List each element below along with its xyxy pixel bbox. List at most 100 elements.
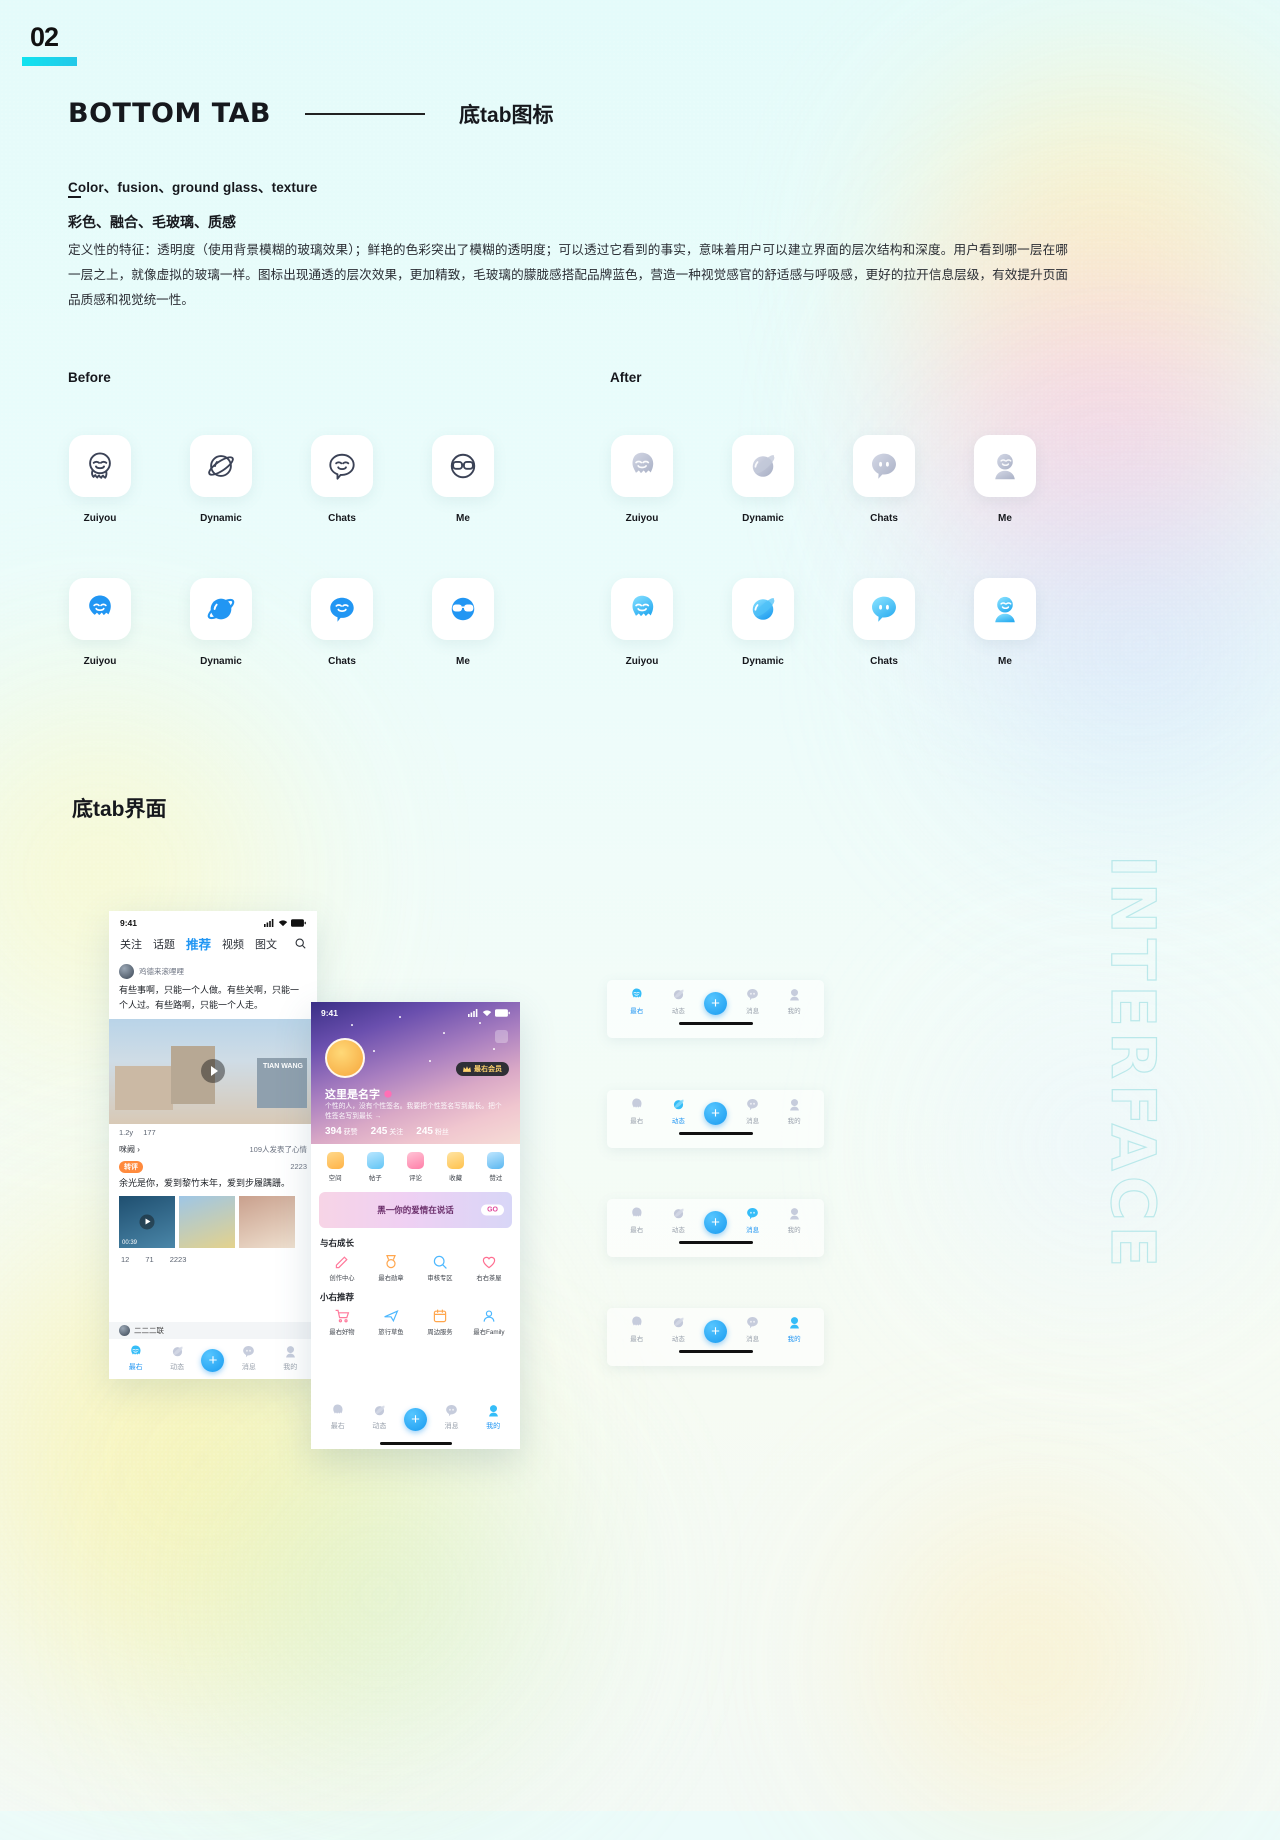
recommend-item-travel[interactable]: 旅行草鱼 [369, 1308, 413, 1336]
spec4-tab-me[interactable]: 我的 [778, 1314, 810, 1343]
feed-tab-recommend[interactable]: 推荐 [186, 934, 211, 953]
icon-tile-before-dynamic-solid[interactable] [190, 578, 252, 640]
comment-count[interactable]: 71 [145, 1255, 153, 1264]
spec1-tab-zuiyou[interactable]: 最右 [621, 986, 653, 1015]
growth-item-create[interactable]: 创作中心 [320, 1254, 364, 1282]
icon-tile-before-dynamic-outline[interactable] [190, 435, 252, 497]
icon-tile-after-zuiyou-blue[interactable] [611, 578, 673, 640]
feed-tab-follow[interactable]: 关注 [120, 936, 142, 952]
like-count[interactable]: 2223 [170, 1255, 187, 1264]
profile-avatar[interactable] [325, 1038, 365, 1078]
spec2-tab-dynamic[interactable]: 动态 [662, 1096, 694, 1125]
spec4-tab-zuiyou[interactable]: 最右 [621, 1314, 653, 1343]
stat-following[interactable]: 245 关注 [371, 1126, 404, 1137]
share-count[interactable]: 12 [121, 1255, 129, 1264]
icon-tile-after-dynamic-gray[interactable] [732, 435, 794, 497]
thumbnail-1[interactable]: 00:39 [119, 1195, 175, 1248]
specimen-row[interactable]: 最右 动态 + 消息 我的 [607, 1199, 824, 1234]
thumbnail-2[interactable] [179, 1195, 235, 1248]
stat-followers[interactable]: 245 粉丝 [416, 1126, 449, 1137]
tab-zuiyou[interactable]: 最右 [321, 1402, 355, 1431]
thumbnail-3[interactable] [239, 1195, 295, 1248]
spec1-tab-dynamic[interactable]: 动态 [662, 986, 694, 1015]
icon-tile-after-dynamic-blue[interactable] [732, 578, 794, 640]
icon-tile-after-me-gray[interactable] [974, 435, 1036, 497]
banner-cta[interactable]: GO [481, 1204, 504, 1216]
quick-action-favorites[interactable]: 收藏 [447, 1152, 465, 1182]
post-author[interactable]: 鸡德来滚哩哩 [119, 964, 307, 979]
recommend-items[interactable]: 最右好物 旅行草鱼 周边服务 最右Family [320, 1308, 511, 1336]
quick-action-liked[interactable]: 赞过 [487, 1152, 505, 1182]
profile-stats[interactable]: 394 获赞 245 关注 245 粉丝 [325, 1126, 449, 1137]
post-action-row[interactable]: 12 71 2223 [109, 1248, 317, 1271]
spec2-compose-button[interactable]: + [703, 1102, 727, 1125]
spec3-tab-dynamic[interactable]: 动态 [662, 1205, 694, 1234]
icon-tile-after-chats-blue[interactable] [853, 578, 915, 640]
feed-nav-tabs[interactable]: 关注 话题 推荐 视频 图文 [109, 930, 317, 959]
settings-gear-icon[interactable] [495, 1030, 508, 1043]
recommend-item-service[interactable]: 周边服务 [418, 1308, 462, 1336]
spec3-tab-me[interactable]: 我的 [778, 1205, 810, 1234]
icon-tile-after-me-blue[interactable] [974, 578, 1036, 640]
icon-tile-before-zuiyou-outline[interactable] [69, 435, 131, 497]
feed-tab-video[interactable]: 视频 [222, 936, 244, 952]
spec2-tab-messages[interactable]: 消息 [737, 1096, 769, 1125]
specimen-row[interactable]: 最右 动态 + 消息 我的 [607, 980, 824, 1015]
icon-tile-after-chats-gray[interactable] [853, 435, 915, 497]
icon-tile-after-zuiyou-gray[interactable] [611, 435, 673, 497]
feed-tab-topic[interactable]: 话题 [153, 936, 175, 952]
spec3-tab-messages[interactable]: 消息 [737, 1205, 769, 1234]
topic-row[interactable]: 咪阙 › 109人发表了心情 [109, 1141, 317, 1158]
spec3-tab-zuiyou[interactable]: 最右 [621, 1205, 653, 1234]
post-video[interactable]: TIAN WANG [109, 1018, 317, 1124]
promo-banner[interactable]: 黑一你的爱情在说话 GO [319, 1192, 512, 1228]
tab-messages[interactable]: 消息 [435, 1402, 469, 1431]
repost-count: 2223 [290, 1162, 307, 1172]
icon-tile-before-chats-outline[interactable] [311, 435, 373, 497]
spec4-compose-button[interactable]: + [703, 1320, 727, 1343]
spec1-tab-me[interactable]: 我的 [778, 986, 810, 1015]
icon-tile-before-chats-solid[interactable] [311, 578, 373, 640]
icon-tile-before-me-outline[interactable] [432, 435, 494, 497]
spec4-tab-messages[interactable]: 消息 [737, 1314, 769, 1343]
spec1-tab-messages[interactable]: 消息 [737, 986, 769, 1015]
spec2-tab-me[interactable]: 我的 [778, 1096, 810, 1125]
vip-badge[interactable]: 最右会员 [456, 1062, 509, 1076]
growth-item-review[interactable]: 审核专区 [418, 1254, 462, 1282]
play-icon[interactable] [201, 1059, 225, 1084]
specimen-row[interactable]: 最右 动态 + 消息 我的 [607, 1308, 824, 1343]
spec1-compose-button[interactable]: + [703, 992, 727, 1015]
growth-items[interactable]: 创作中心 最右勋章 审核专区 右右茶屋 [320, 1254, 511, 1282]
post-thumbnail-row[interactable]: 00:39 [109, 1191, 317, 1248]
bottom-tabbar[interactable]: 最右 动态 + 消息 我的 [311, 1398, 520, 1438]
notification-strip[interactable]: 二二二联 [109, 1322, 317, 1339]
status-indicators [264, 919, 306, 927]
compose-button[interactable]: + [201, 1349, 225, 1372]
bottom-tabbar[interactable]: 最右 动态 + 消息 我的 [109, 1339, 317, 1379]
specimen-row[interactable]: 最右 动态 + 消息 我的 [607, 1090, 824, 1125]
stat-likes[interactable]: 394 获赞 [325, 1126, 358, 1137]
spec2-tab-zuiyou[interactable]: 最右 [621, 1096, 653, 1125]
search-icon[interactable] [295, 938, 306, 949]
compose-button[interactable]: + [403, 1408, 427, 1431]
growth-item-medal[interactable]: 最右勋章 [369, 1254, 413, 1282]
tab-dynamic[interactable]: 动态 [362, 1402, 396, 1431]
tab-messages[interactable]: 消息 [232, 1343, 266, 1372]
tab-zuiyou[interactable]: 最右 [119, 1343, 153, 1372]
recommend-item-shop[interactable]: 最右好物 [320, 1308, 364, 1336]
quick-action-posts[interactable]: 帖子 [366, 1152, 384, 1182]
recommend-item-family[interactable]: 最右Family [467, 1308, 511, 1336]
topic-label[interactable]: 咪阙 › [119, 1144, 140, 1155]
quick-actions-row[interactable]: 空间 帖子 评论 收藏 赞过 [311, 1144, 520, 1189]
quick-action-space[interactable]: 空间 [326, 1152, 344, 1182]
icon-tile-before-zuiyou-solid[interactable] [69, 578, 131, 640]
spec3-compose-button[interactable]: + [703, 1211, 727, 1234]
growth-item-teahouse[interactable]: 右右茶屋 [467, 1254, 511, 1282]
tab-me[interactable]: 我的 [273, 1343, 307, 1372]
feed-tab-imgtext[interactable]: 图文 [255, 936, 277, 952]
quick-action-comments[interactable]: 评论 [406, 1152, 424, 1182]
spec4-tab-dynamic[interactable]: 动态 [662, 1314, 694, 1343]
tab-me[interactable]: 我的 [476, 1402, 510, 1431]
icon-tile-before-me-solid[interactable] [432, 578, 494, 640]
tab-dynamic[interactable]: 动态 [160, 1343, 194, 1372]
